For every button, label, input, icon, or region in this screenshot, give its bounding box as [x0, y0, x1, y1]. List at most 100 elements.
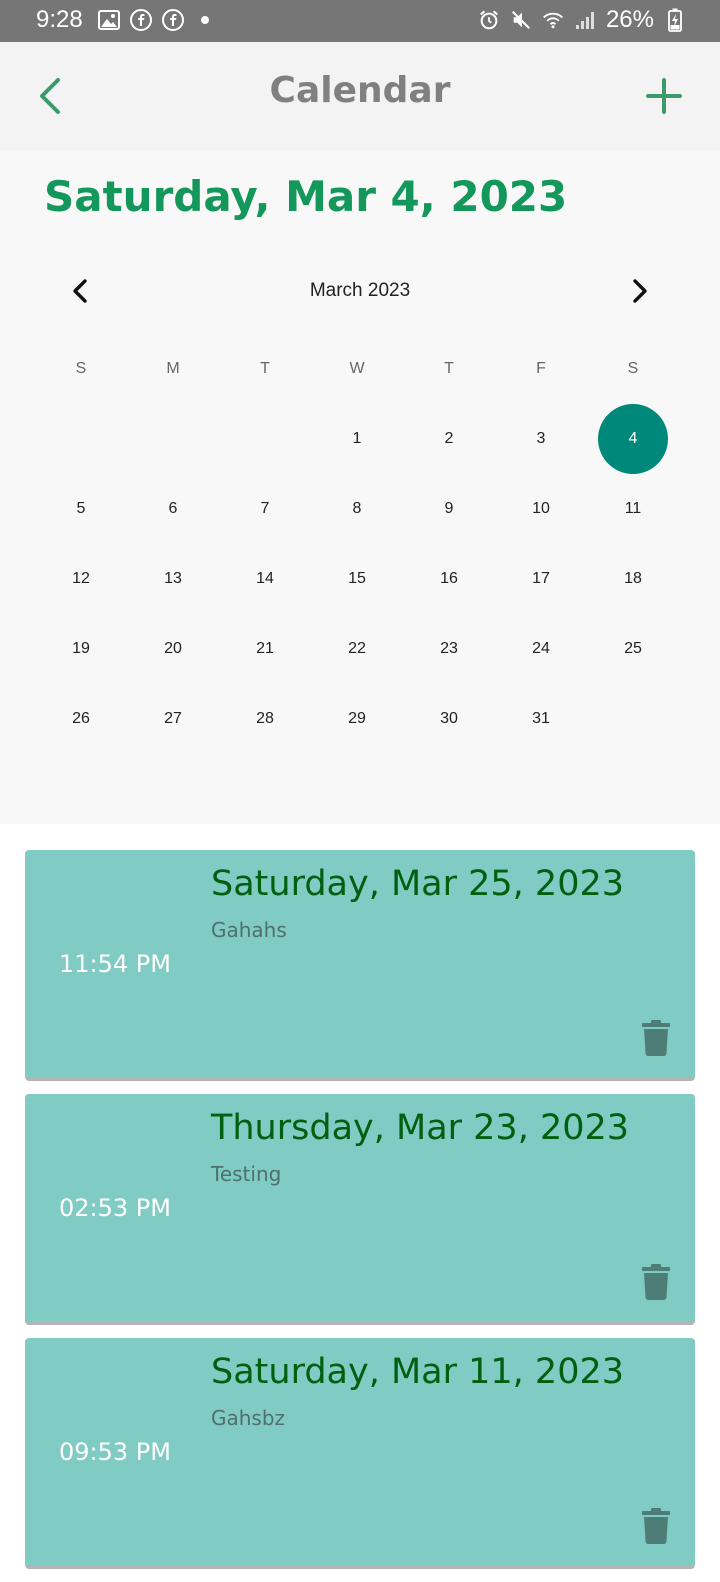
calendar-day[interactable]: 4: [587, 404, 679, 474]
calendar-day[interactable]: 18: [587, 544, 679, 614]
calendar-day-number: 16: [440, 570, 458, 587]
event-time: 02:53 PM: [59, 1194, 171, 1222]
calendar-day[interactable]: 22: [311, 614, 403, 684]
calendar-day[interactable]: 27: [127, 684, 219, 754]
calendar-day-number: 21: [256, 640, 274, 657]
calendar-day-number: [46, 404, 116, 474]
event-title: Testing: [211, 1162, 282, 1186]
calendar-day-number: 30: [440, 710, 458, 727]
calendar-day-number: 31: [532, 710, 550, 727]
calendar-day[interactable]: 2: [403, 404, 495, 474]
calendar-day[interactable]: 6: [127, 474, 219, 544]
calendar-day-number: 8: [352, 500, 362, 517]
calendar-day[interactable]: 1: [311, 404, 403, 474]
event-title: Gahsbz: [211, 1406, 286, 1430]
calendar-day[interactable]: 31: [495, 684, 587, 754]
calendar-day-number: 17: [532, 570, 550, 587]
delete-event-button[interactable]: [640, 1020, 672, 1056]
weekday-label: T: [260, 360, 270, 377]
calendar-day[interactable]: 19: [35, 614, 127, 684]
alarm-icon: [478, 9, 500, 31]
calendar-day-number: 7: [260, 500, 270, 517]
calendar-day[interactable]: 26: [35, 684, 127, 754]
calendar-day[interactable]: 28: [219, 684, 311, 754]
calendar-day[interactable]: 5: [35, 474, 127, 544]
mute-icon: [510, 9, 532, 31]
calendar-day-number: 4: [598, 404, 668, 474]
selected-date-heading: Saturday, Mar 4, 2023: [44, 172, 568, 221]
calendar-day[interactable]: 24: [495, 614, 587, 684]
calendar-day-empty: [587, 684, 679, 754]
plus-icon: [646, 78, 682, 114]
weekday-header: S M T W T F S: [35, 360, 679, 378]
app-bar: Calendar: [0, 42, 720, 150]
calendar-day-number: 3: [536, 430, 546, 447]
calendar-day-number: 26: [72, 710, 90, 727]
calendar-day-number: 19: [72, 640, 90, 657]
calendar-day-number: 15: [348, 570, 366, 587]
weekday-label: M: [166, 360, 180, 377]
facebook-icon: [130, 9, 152, 31]
wifi-icon: [542, 9, 564, 31]
calendar-day[interactable]: 9: [403, 474, 495, 544]
status-bar: 9:28 26%: [0, 0, 720, 42]
calendar-day[interactable]: 15: [311, 544, 403, 614]
calendar-day[interactable]: 30: [403, 684, 495, 754]
delete-event-button[interactable]: [640, 1508, 672, 1544]
calendar-day[interactable]: 29: [311, 684, 403, 754]
page-title: Calendar: [269, 70, 451, 111]
event-date: Saturday, Mar 11, 2023: [211, 1352, 624, 1392]
calendar-day[interactable]: 10: [495, 474, 587, 544]
month-label: March 2023: [309, 280, 411, 301]
calendar-day[interactable]: 3: [495, 404, 587, 474]
calendar-day-number: 2: [444, 430, 454, 447]
dot-icon: [194, 9, 216, 31]
calendar-day[interactable]: 17: [495, 544, 587, 614]
event-card[interactable]: 02:53 PM Thursday, Mar 23, 2023 Testing: [25, 1094, 695, 1322]
weekday-label: W: [349, 360, 365, 377]
calendar-day[interactable]: 21: [219, 614, 311, 684]
event-time: 09:53 PM: [59, 1438, 171, 1466]
calendar-day-empty: [127, 404, 219, 474]
calendar-day-number: 12: [72, 570, 90, 587]
signal-icon: [574, 9, 596, 31]
calendar-day[interactable]: 12: [35, 544, 127, 614]
delete-event-button[interactable]: [640, 1264, 672, 1300]
calendar-day[interactable]: 13: [127, 544, 219, 614]
event-date: Saturday, Mar 25, 2023: [211, 864, 624, 904]
image-icon: [98, 9, 120, 31]
month-navigation: March 2023: [0, 270, 720, 314]
calendar-day-number: 14: [256, 570, 274, 587]
calendar-day-number: 9: [444, 500, 454, 517]
event-card[interactable]: 11:54 PM Saturday, Mar 25, 2023 Gahahs: [25, 850, 695, 1078]
calendar-day-number: 27: [164, 710, 182, 727]
next-month-button[interactable]: [624, 276, 654, 306]
calendar-day[interactable]: 8: [311, 474, 403, 544]
calendar-day[interactable]: 11: [587, 474, 679, 544]
calendar-day-number: 25: [624, 640, 642, 657]
calendar-day-number: [598, 684, 668, 754]
calendar-day[interactable]: 25: [587, 614, 679, 684]
facebook-icon: [162, 9, 184, 31]
calendar-day[interactable]: 16: [403, 544, 495, 614]
chevron-right-icon: [633, 279, 647, 303]
event-card[interactable]: 09:53 PM Saturday, Mar 11, 2023 Gahsbz: [25, 1338, 695, 1566]
calendar-day[interactable]: 7: [219, 474, 311, 544]
weekday-label: T: [444, 360, 454, 377]
calendar-day-number: 20: [164, 640, 182, 657]
add-event-button[interactable]: [642, 74, 686, 118]
status-right-icons: 26%: [478, 6, 686, 34]
calendar-day-number: 10: [532, 500, 550, 517]
calendar-day[interactable]: 23: [403, 614, 495, 684]
calendar-day-number: 6: [168, 500, 178, 517]
event-date: Thursday, Mar 23, 2023: [211, 1108, 630, 1148]
weekday-label: S: [75, 360, 87, 377]
calendar-day[interactable]: 14: [219, 544, 311, 614]
trash-icon: [642, 1020, 670, 1056]
calendar-day-number: 13: [164, 570, 182, 587]
calendar-days-grid: 1 2 3 4 5 6 7 8 9 10 11 12 13 14 15 16 17 18 19 20 21 22 23 24 2…: [35, 404, 679, 754]
event-list: 11:54 PM Saturday, Mar 25, 2023 Gahahs 0…: [25, 850, 695, 1582]
calendar-day[interactable]: 20: [127, 614, 219, 684]
calendar-day-number: [230, 404, 300, 474]
calendar-day-number: [138, 404, 208, 474]
